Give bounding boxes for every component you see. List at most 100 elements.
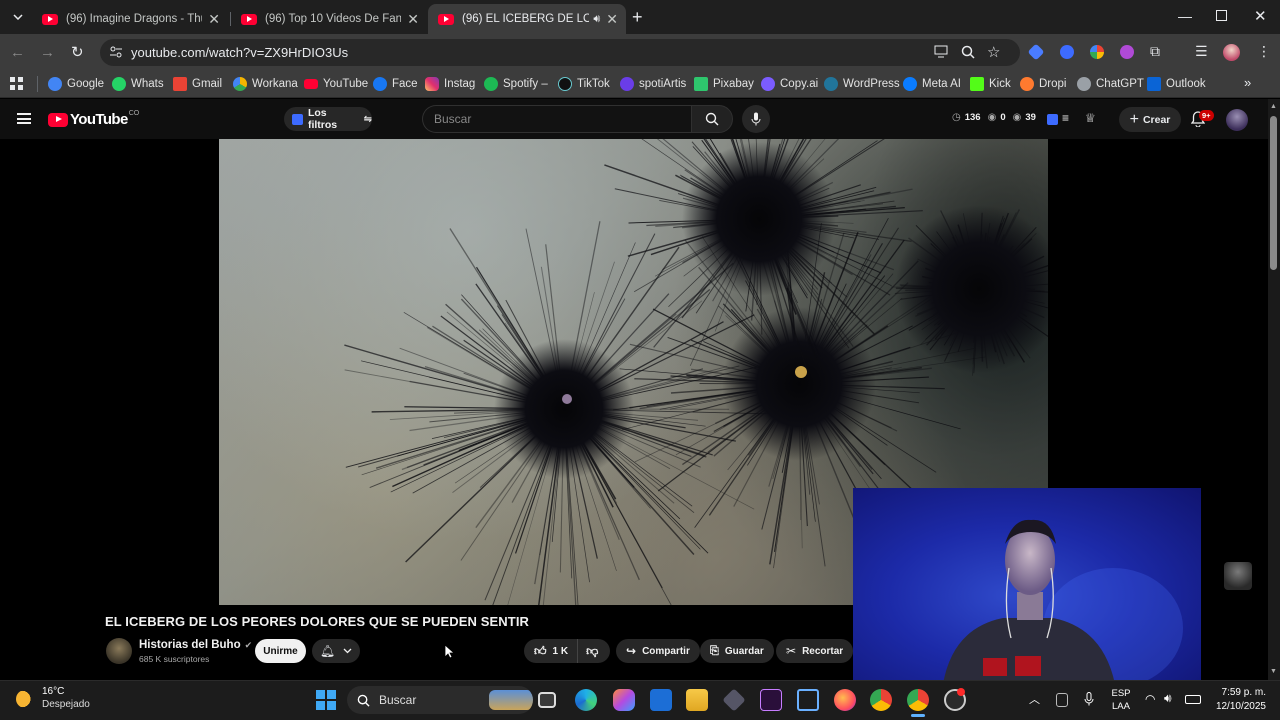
system-clock[interactable]: 7:59 p. m. 12/10/2025 xyxy=(1208,686,1266,714)
url-text[interactable]: youtube.com/watch?v=ZX9HrDIO3Us xyxy=(131,45,348,60)
search-button[interactable] xyxy=(691,105,733,133)
channel-avatar[interactable] xyxy=(106,638,132,664)
wifi-icon[interactable]: ◠ xyxy=(1145,692,1155,706)
bookmark-pixabay[interactable]: Pixabay xyxy=(694,75,754,93)
join-button[interactable]: Unirme xyxy=(255,639,306,663)
tab-iceberg-active[interactable]: (96) EL ICEBERG DE LOS PEORES 🔊︎ ✕ xyxy=(428,4,626,34)
menu-hamburger-icon[interactable] xyxy=(17,113,31,124)
tab-top-10-videos[interactable]: (96) Top 10 Videos De Fantasmas ✕ xyxy=(231,4,427,34)
store-icon[interactable] xyxy=(650,689,672,711)
volume-icon[interactable]: 🔊︎ xyxy=(1164,691,1172,706)
youtube-wordmark: YouTube xyxy=(70,111,128,128)
dislike-button[interactable]: 👎︎ xyxy=(578,639,606,663)
subscription-bell-button[interactable]: 🔔︎ xyxy=(312,639,360,663)
tab-search-button[interactable] xyxy=(8,8,28,26)
scroll-up-arrow[interactable]: ▲ xyxy=(1270,103,1277,110)
bookmark-kick[interactable]: Kick xyxy=(970,75,1011,93)
firefox-icon[interactable] xyxy=(834,689,856,711)
bookmark-wordpress[interactable]: WordPress xyxy=(824,75,900,93)
bookmark-copyai[interactable]: Copy.ai xyxy=(761,75,818,93)
close-icon[interactable]: ✕ xyxy=(208,11,220,28)
bookmark-youtube[interactable]: YouTube xyxy=(304,75,368,93)
more-bookmarks-icon[interactable]: » xyxy=(1244,75,1251,90)
extension-icon[interactable] xyxy=(1090,45,1104,59)
chrome-icon[interactable] xyxy=(870,689,892,711)
list-icon[interactable]: ≡ xyxy=(1062,111,1069,125)
profile-avatar[interactable] xyxy=(1223,44,1240,61)
close-icon[interactable]: ✕ xyxy=(407,11,419,28)
tray-app-icon[interactable] xyxy=(1056,693,1068,707)
microphone-tray-icon[interactable] xyxy=(1084,692,1094,706)
forward-button[interactable]: → xyxy=(40,44,55,61)
reload-button[interactable]: ↻ xyxy=(71,43,84,61)
chevron-down-icon xyxy=(343,648,352,654)
bookmark-chatgpt[interactable]: ChatGPT xyxy=(1077,75,1144,93)
download-extension-icon[interactable] xyxy=(1120,45,1134,59)
file-explorer-icon[interactable] xyxy=(686,689,708,711)
reading-list-icon[interactable]: ☰ xyxy=(1195,43,1208,60)
channel-name[interactable]: Historias del Buho ✔ xyxy=(139,639,252,651)
recording-indicator xyxy=(957,688,965,696)
bookmark-google[interactable]: Google xyxy=(48,75,104,93)
account-avatar[interactable] xyxy=(1226,109,1248,131)
task-view-icon[interactable] xyxy=(538,692,556,708)
copilot-icon[interactable] xyxy=(613,689,635,711)
minimize-button[interactable]: — xyxy=(1178,8,1192,24)
bookmarks-divider xyxy=(37,76,38,92)
bookmark-whats[interactable]: Whats xyxy=(112,75,164,93)
close-icon[interactable]: ✕ xyxy=(606,11,618,28)
bookmark-star-icon[interactable]: ☆ xyxy=(987,43,1000,61)
tab-imagine-dragons[interactable]: (96) Imagine Dragons - Thunder ✕ xyxy=(32,4,228,34)
workana-icon xyxy=(233,77,247,91)
trophy-icon[interactable]: ♕ xyxy=(1085,111,1096,125)
language-indicator[interactable]: ESP LAA xyxy=(1110,687,1132,713)
scrollbar-thumb[interactable] xyxy=(1270,116,1277,270)
bookmark-meta-ai[interactable]: Meta AI xyxy=(903,75,961,93)
battery-icon[interactable] xyxy=(1185,695,1201,704)
bookmark-tiktok[interactable]: TikTok xyxy=(558,75,610,93)
bookmark-spotiartis[interactable]: spotiArtis xyxy=(620,75,686,93)
filters-button[interactable]: Los filtros ⇋ xyxy=(284,107,372,131)
install-app-icon[interactable] xyxy=(934,45,948,58)
bookmark-dropi[interactable]: Dropi xyxy=(1020,75,1066,93)
close-window-button[interactable]: ✕ xyxy=(1254,7,1267,25)
like-button[interactable]: 👍︎ 1 K xyxy=(524,639,579,663)
edge-icon[interactable] xyxy=(575,689,597,711)
save-button[interactable]: ⎘ Guardar xyxy=(700,639,774,663)
search-input[interactable] xyxy=(423,106,683,132)
scroll-down-arrow[interactable]: ▼ xyxy=(1270,668,1277,675)
bookmark-face[interactable]: Face xyxy=(373,75,418,93)
copyai-icon xyxy=(761,77,775,91)
snipping-tool-icon[interactable] xyxy=(797,689,819,711)
chrome-menu-icon[interactable]: ⋮ xyxy=(1257,43,1271,60)
extension-icon[interactable] xyxy=(1047,114,1058,125)
share-button[interactable]: ↪ Compartir xyxy=(616,639,700,663)
start-button[interactable] xyxy=(316,690,336,710)
site-info-icon[interactable] xyxy=(109,45,123,59)
create-button[interactable]: + Crear xyxy=(1119,107,1181,132)
extension-icon[interactable] xyxy=(1060,45,1074,59)
speaker-icon[interactable]: 🔊︎ xyxy=(593,13,600,26)
bookmark-workana[interactable]: Workana xyxy=(233,75,298,93)
clip-button[interactable]: ✂ Recortar xyxy=(776,639,854,663)
youtube-icon xyxy=(304,79,318,89)
back-button[interactable]: ← xyxy=(10,44,25,61)
apps-grid-icon[interactable] xyxy=(10,77,23,90)
bookmark-gmail[interactable]: Gmail xyxy=(173,75,222,93)
voice-search-button[interactable] xyxy=(742,105,770,133)
chrome-active-icon[interactable] xyxy=(907,689,929,711)
extensions-puzzle-icon[interactable]: ⧉ xyxy=(1150,43,1160,60)
stat-other: 39 xyxy=(1025,112,1036,123)
youtube-logo[interactable]: YouTube CO xyxy=(48,110,139,128)
new-tab-button[interactable]: + xyxy=(632,8,643,26)
bookmark-spotify[interactable]: Spotify – xyxy=(484,75,548,93)
taskbar-search[interactable]: Buscar xyxy=(347,686,533,714)
show-hidden-icons[interactable]: ︿ xyxy=(1029,691,1040,707)
bookmark-label: Pixabay xyxy=(713,78,754,90)
premiere-icon[interactable] xyxy=(760,689,782,711)
restore-button[interactable] xyxy=(1216,10,1227,21)
bookmark-instag[interactable]: Instag xyxy=(425,75,475,93)
bookmark-outlook[interactable]: Outlook xyxy=(1147,75,1206,93)
zoom-icon[interactable] xyxy=(961,45,975,59)
weather-widget[interactable]: 16°C Despejado xyxy=(16,686,90,711)
